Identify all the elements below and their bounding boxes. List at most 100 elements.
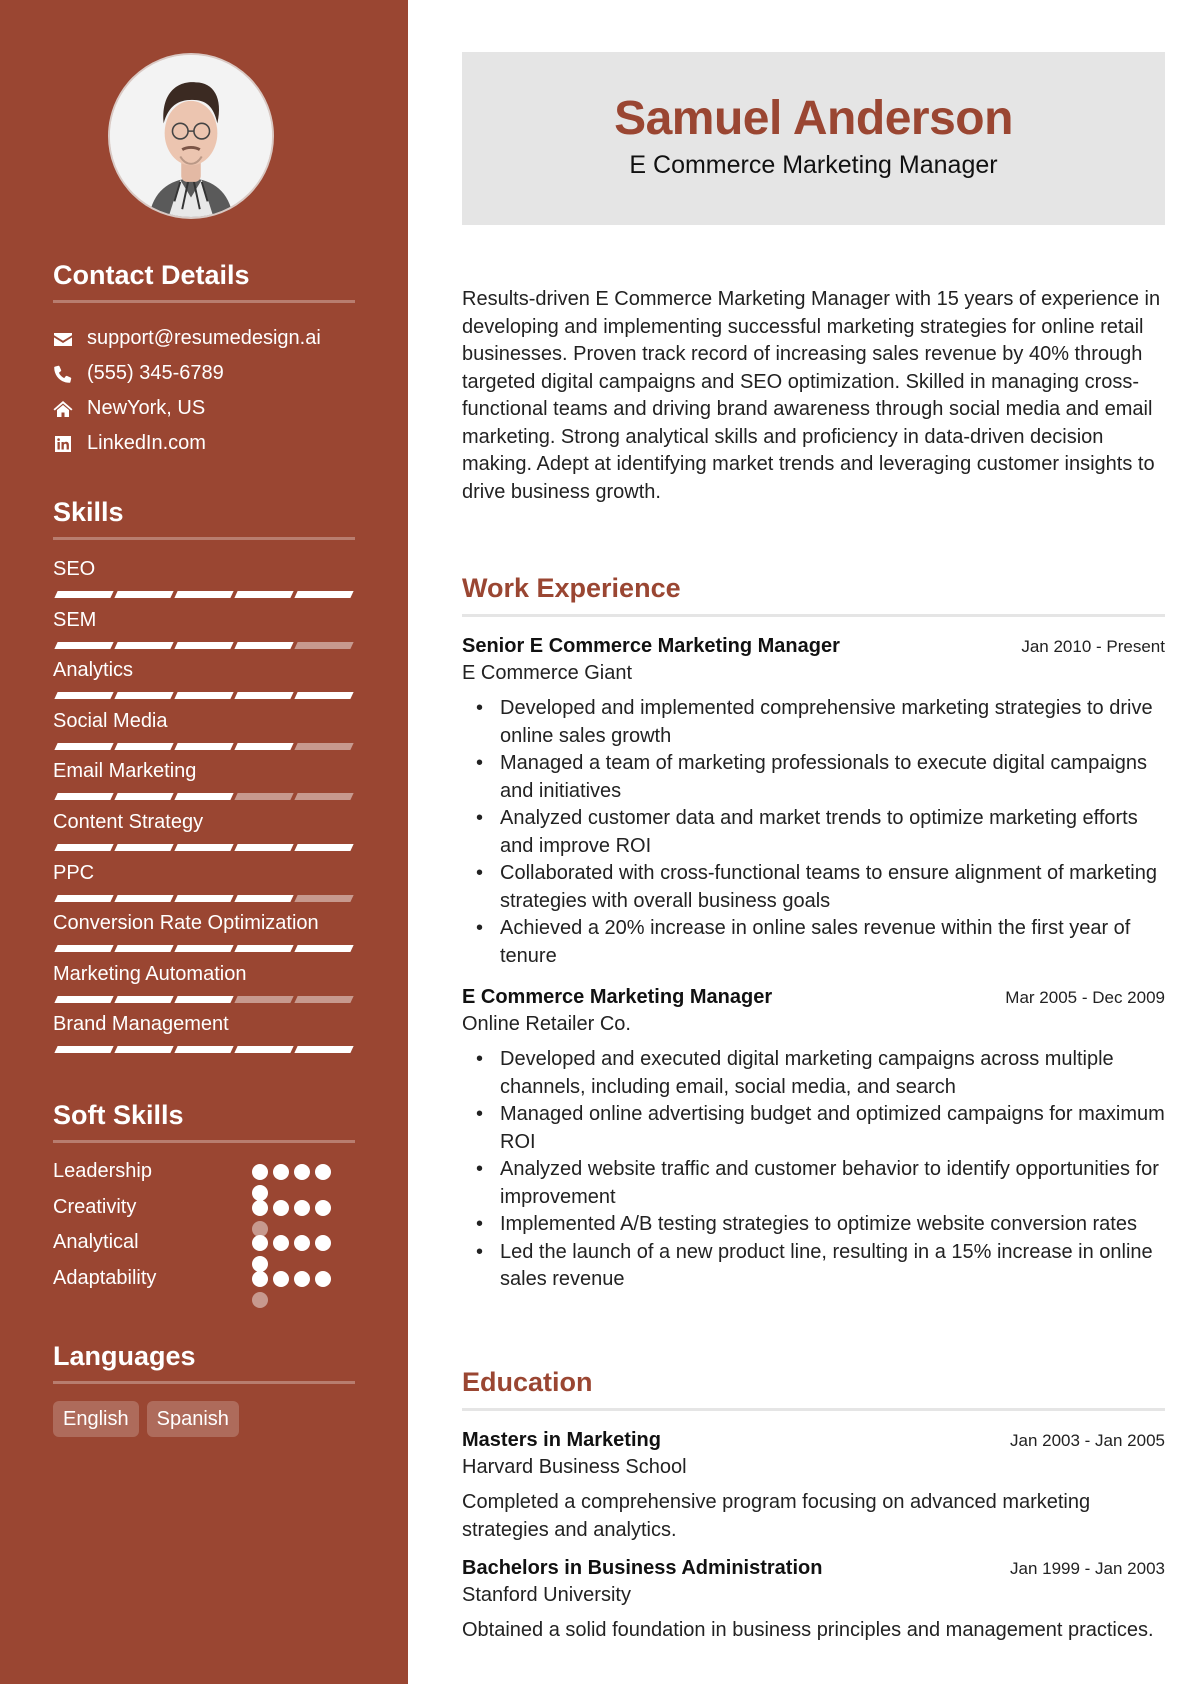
skill-segment-empty [234,995,294,1003]
work-experience-heading: Work Experience [462,573,681,603]
education-section: Education Masters in Marketing Jan 2003 … [462,1366,1165,1645]
skill-segment-empty [294,894,354,902]
job-bullet: Led the launch of a new product line, re… [462,1239,1165,1294]
person-portrait-icon [110,55,272,217]
skills-list: SEO SEM Analytics Social Media Email Marketi… [53,557,355,1063]
linkedin-icon [53,434,87,454]
skill-segment-filled [54,641,114,649]
contact-email[interactable]: support@resumedesign.ai [53,321,355,356]
candidate-title: E Commerce Marketing Manager [629,151,998,179]
job-bullet: Developed and implemented comprehensive … [462,695,1165,750]
job-bullets: Developed and executed digital marketing… [462,1046,1165,1294]
contact-email-text[interactable]: support@resumedesign.ai [87,327,321,350]
skill-level-meter [53,641,355,649]
skill-segment-filled [294,591,354,598]
section-divider [53,537,355,540]
skill-name: PPC [53,861,95,884]
section-divider [53,300,355,303]
skill-item: Social Media [53,709,355,760]
skill-name: SEO [53,558,96,580]
contact-section: Contact Details support@resumedesign.ai … [53,259,355,461]
skill-segment-filled [54,742,114,750]
job-bullet: Managed online advertising budget and op… [462,1101,1165,1156]
skill-segment-filled [174,742,234,750]
degree-title: Bachelors in Business Administration [462,1557,823,1579]
skill-segment-filled [114,742,174,750]
skill-segment-empty [294,641,354,649]
languages-list: English Spanish [53,1401,355,1437]
rating-dot-filled [273,1164,289,1180]
skill-level-meter [53,945,355,953]
skill-segment-filled [54,945,114,953]
job-title: Senior E Commerce Marketing Manager [462,635,840,657]
skill-segment-empty [294,742,354,750]
skill-level-meter [53,843,355,851]
skill-segment-filled [114,995,174,1003]
skill-segment-filled [294,843,354,851]
section-divider [53,1381,355,1384]
skill-level-meter [53,692,355,700]
soft-skill-name: Adaptability [53,1266,157,1289]
contact-phone-text[interactable]: (555) 345-6789 [87,362,224,385]
skill-segment-filled [54,995,114,1003]
skill-segment-empty [234,793,294,801]
skill-segment-filled [114,843,174,851]
rating-dot-filled [252,1235,268,1251]
soft-skill-item: Adaptability [53,1266,355,1308]
languages-heading: Languages [53,1341,196,1371]
education-dates: Jan 2003 - Jan 2005 [1009,1431,1165,1450]
skill-segment-filled [234,894,294,902]
skill-name: Analytics [53,659,134,682]
skill-segment-filled [174,591,234,598]
skill-name: Social Media [53,709,168,732]
section-divider [53,1140,355,1143]
envelope-icon [53,329,87,349]
section-divider [462,614,1165,617]
education-description: Completed a comprehensive program focusi… [462,1491,1091,1541]
rating-dot-filled [315,1164,331,1180]
school-name: Harvard Business School [462,1456,687,1478]
rating-dot-filled [315,1235,331,1251]
skill-level-meter [53,793,355,801]
skill-name: Marketing Automation [53,962,247,985]
skill-segment-filled [54,894,114,902]
skill-item: Content Strategy [53,810,355,861]
candidate-name: Samuel Anderson [614,92,1013,145]
skill-segment-filled [294,1046,354,1054]
skill-segment-filled [234,692,294,700]
skill-level-meter [53,591,355,598]
job-bullet: Achieved a 20% increase in online sales … [462,915,1165,970]
language-tag: Spanish [146,1401,239,1437]
rating-dot-filled [294,1235,310,1251]
job-title: E Commerce Marketing Manager [462,986,773,1008]
phone-icon [53,364,87,384]
rating-dot-filled [273,1235,289,1251]
languages-section: Languages English Spanish [53,1340,355,1437]
job-dates: Jan 2010 - Present [1021,637,1165,656]
skill-segment-filled [174,945,234,953]
skill-segment-filled [174,1046,234,1054]
contact-phone[interactable]: (555) 345-6789 [53,356,355,391]
skill-name: Brand Management [53,1013,229,1036]
skill-item: Email Marketing [53,759,355,810]
skill-segment-empty [294,793,354,801]
skill-segment-filled [114,641,174,649]
skill-segment-filled [54,793,114,801]
skill-level-meter [53,995,355,1003]
rating-dot-filled [252,1270,268,1287]
job-entry: E Commerce Marketing Manager Mar 2005 - … [462,984,1165,1294]
soft-skills-heading: Soft Skills [53,1100,184,1130]
rating-dot-filled [273,1270,289,1287]
contact-linkedin[interactable]: LinkedIn.com [53,426,355,461]
skill-segment-filled [234,843,294,851]
skill-segment-filled [174,843,234,851]
job-dates: Mar 2005 - Dec 2009 [1005,988,1165,1007]
contact-linkedin-text[interactable]: LinkedIn.com [87,432,206,455]
skill-segment-filled [114,945,174,953]
rating-dot-filled [252,1164,268,1180]
soft-skill-item: Creativity [53,1195,355,1237]
profile-photo [108,53,274,219]
soft-skill-name: Leadership [53,1160,152,1182]
skill-name: Content Strategy [53,810,204,833]
skill-segment-filled [174,641,234,649]
